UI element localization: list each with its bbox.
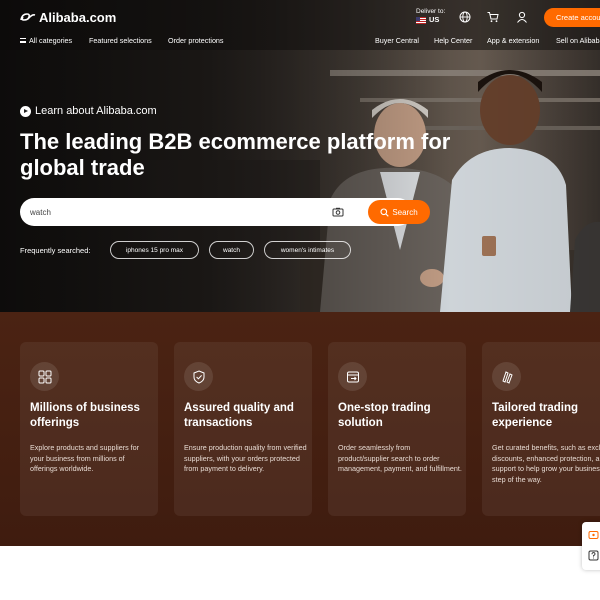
frequently-searched-label: Frequently searched: bbox=[20, 245, 91, 255]
hero-headline: The leading B2B ecommerce platform for g… bbox=[20, 129, 451, 180]
feature-card: Tailored trading experience Get curated … bbox=[482, 342, 600, 516]
learn-about-label: Learn about Alibaba.com bbox=[35, 105, 157, 117]
grid-icon bbox=[38, 370, 51, 383]
nav-featured-selections[interactable]: Featured selections bbox=[89, 36, 152, 45]
search-button[interactable]: Search bbox=[368, 200, 430, 224]
feature-icon-circle bbox=[184, 362, 213, 391]
help-icon[interactable] bbox=[588, 550, 599, 561]
create-account-button[interactable]: Create account bbox=[544, 8, 600, 27]
feature-icon-circle bbox=[338, 362, 367, 391]
nav-help-center[interactable]: Help Center bbox=[434, 36, 472, 45]
features-section: Millions of business offerings Explore p… bbox=[0, 312, 600, 546]
alibaba-logo[interactable]: Alibaba.com bbox=[20, 10, 116, 25]
feature-title: One-stop trading solution bbox=[338, 402, 431, 429]
nav-buyer-central[interactable]: Buyer Central bbox=[375, 36, 419, 45]
top-bar: Alibaba.com bbox=[0, 0, 600, 34]
feature-description: Get curated benefits, such as exclusive … bbox=[492, 443, 600, 484]
feature-description: Order seamlessly from product/supplier s… bbox=[338, 443, 462, 473]
play-icon bbox=[20, 105, 31, 117]
all-categories-label: All categories bbox=[29, 36, 73, 45]
nav-app-extension[interactable]: App & extension bbox=[487, 36, 539, 45]
feature-card: One-stop trading solution Order seamless… bbox=[328, 342, 466, 516]
search-bar: Search bbox=[20, 198, 430, 226]
feature-title: Tailored trading experience bbox=[492, 402, 579, 429]
search-chip[interactable]: women's intimates bbox=[264, 241, 351, 259]
deliver-country: US bbox=[416, 16, 445, 24]
feature-card: Millions of business offerings Explore p… bbox=[20, 342, 158, 516]
nav-sell-on[interactable]: Sell on Alibaba bbox=[556, 36, 600, 45]
search-button-label: Search bbox=[392, 207, 418, 217]
feature-description: Explore products and suppliers for your … bbox=[30, 443, 140, 473]
hero-banner: Alibaba.com Deliver to: US Create accoun… bbox=[0, 0, 600, 312]
feature-icon-circle bbox=[492, 362, 521, 391]
shield-check-icon bbox=[193, 369, 204, 384]
camera-icon[interactable] bbox=[332, 206, 344, 218]
deliver-country-code: US bbox=[429, 15, 440, 24]
tailored-icon bbox=[501, 370, 513, 384]
search-icon bbox=[380, 207, 390, 217]
one-stop-icon bbox=[346, 371, 359, 382]
feature-description: Ensure production quality from verified … bbox=[184, 443, 307, 473]
user-icon[interactable] bbox=[516, 11, 528, 23]
search-chip[interactable]: watch bbox=[209, 241, 254, 259]
menu-icon bbox=[20, 38, 26, 43]
alibaba-logo-icon bbox=[20, 13, 36, 21]
deliver-to-selector[interactable]: Deliver to: US bbox=[416, 8, 445, 24]
search-input[interactable] bbox=[30, 204, 320, 220]
learn-about-link[interactable]: Learn about Alibaba.com bbox=[20, 105, 157, 117]
globe-icon[interactable] bbox=[459, 11, 471, 23]
nav-order-protections[interactable]: Order protections bbox=[168, 36, 224, 45]
nav-row: All categories Featured selections Order… bbox=[0, 34, 600, 48]
feature-card: Assured quality and transactions Ensure … bbox=[174, 342, 312, 516]
all-categories-menu[interactable]: All categories bbox=[20, 36, 72, 45]
us-flag-icon bbox=[416, 16, 426, 24]
page: Alibaba.com Deliver to: US Create accoun… bbox=[0, 0, 600, 600]
search-chip[interactable]: iphones 15 pro max bbox=[110, 241, 199, 259]
cart-icon[interactable] bbox=[487, 11, 499, 23]
feature-icon-circle bbox=[30, 362, 59, 391]
logo-text: Alibaba.com bbox=[39, 9, 117, 25]
floating-help-widget bbox=[582, 522, 600, 570]
chat-icon[interactable] bbox=[588, 530, 599, 541]
feature-title: Assured quality and transactions bbox=[184, 402, 294, 429]
feature-title: Millions of business offerings bbox=[30, 402, 140, 429]
